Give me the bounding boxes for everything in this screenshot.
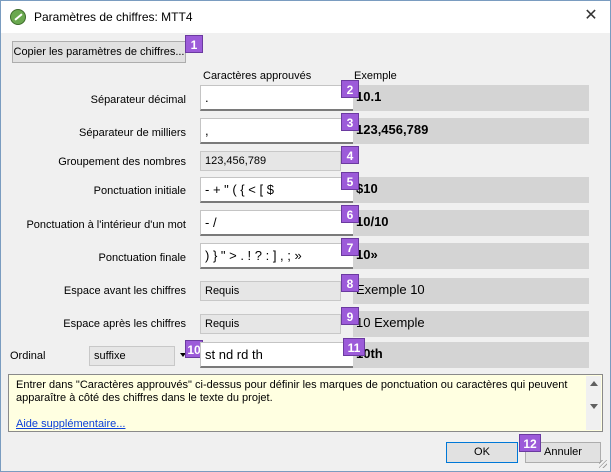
- help-text: Entrer dans "Caractères approuvés" ci-de…: [16, 379, 568, 404]
- annotation-badge-4: 4: [341, 146, 359, 164]
- annotation-badge-2: 2: [341, 80, 359, 98]
- title-bar: Paramètres de chiffres: MTT4 ✕: [1, 1, 610, 33]
- scroll-down-icon[interactable]: [590, 404, 598, 409]
- space-before-numbers-example: Exemple 10: [353, 278, 589, 304]
- label-initial-punctuation: Ponctuation initiale: [93, 185, 186, 197]
- decimal-separator-example: 10.1: [353, 85, 589, 111]
- ordinal-suffixes-input[interactable]: st nd rd th: [200, 342, 355, 368]
- annotation-badge-11: 11: [343, 338, 365, 356]
- number-grouping-select[interactable]: 123,456,789: [200, 151, 353, 171]
- word-internal-punctuation-input[interactable]: - /: [200, 210, 355, 236]
- space-before-numbers-value: Requis: [205, 285, 240, 297]
- label-number-grouping: Groupement des nombres: [58, 156, 186, 168]
- label-space-after-numbers: Espace après les chiffres: [63, 318, 186, 330]
- ok-button[interactable]: OK: [446, 442, 518, 463]
- final-punctuation-input[interactable]: ) } " > . ! ? : ] , ; »: [200, 243, 355, 269]
- ordinal-type-select[interactable]: suffixe: [89, 346, 186, 366]
- column-header-approved: Caractères approuvés: [203, 70, 312, 82]
- copy-number-settings-button[interactable]: Copier les paramètres de chiffres...: [12, 41, 186, 63]
- close-icon[interactable]: ✕: [579, 5, 603, 27]
- decimal-separator-input[interactable]: .: [200, 85, 355, 111]
- thousands-separator-example: 123,456,789: [353, 118, 589, 144]
- label-final-punctuation: Ponctuation finale: [98, 252, 186, 264]
- space-after-numbers-value: Requis: [205, 318, 240, 330]
- annotation-badge-8: 8: [341, 274, 359, 292]
- help-scrollbar[interactable]: [586, 376, 601, 430]
- annotation-badge-1: 1: [185, 35, 203, 53]
- ordinal-type-value: suffixe: [94, 350, 126, 362]
- space-after-numbers-select[interactable]: Requis: [200, 314, 353, 334]
- space-after-numbers-example: 10 Exemple: [353, 311, 589, 337]
- initial-punctuation-input[interactable]: - + " ( { < [ $: [200, 177, 355, 203]
- ordinal-example: 10th: [353, 342, 589, 368]
- annotation-badge-3: 3: [341, 113, 359, 131]
- annotation-badge-7: 7: [341, 238, 359, 256]
- label-word-internal-punctuation: Ponctuation à l'intérieur d'un mot: [26, 219, 186, 231]
- thousands-separator-input[interactable]: ,: [200, 118, 355, 144]
- final-punctuation-example: 10»: [353, 243, 589, 269]
- resize-grip-icon[interactable]: [599, 460, 607, 468]
- app-logo-icon: [10, 9, 26, 25]
- label-thousands-separator: Séparateur de milliers: [79, 127, 186, 139]
- number-settings-dialog: Paramètres de chiffres: MTT4 ✕ Copier le…: [0, 0, 611, 472]
- word-internal-punctuation-example: 10/10: [353, 210, 589, 236]
- number-grouping-value: 123,456,789: [205, 155, 267, 167]
- window-title: Paramètres de chiffres: MTT4: [34, 10, 193, 24]
- label-ordinal: Ordinal: [10, 350, 46, 362]
- annotation-badge-5: 5: [341, 172, 359, 190]
- scroll-up-icon[interactable]: [590, 381, 598, 386]
- help-info-panel: Entrer dans "Caractères approuvés" ci-de…: [8, 374, 603, 432]
- space-before-numbers-select[interactable]: Requis: [200, 281, 353, 301]
- annotation-badge-12: 12: [519, 434, 541, 452]
- label-decimal-separator: Séparateur décimal: [90, 94, 186, 106]
- initial-punctuation-example: $10: [353, 177, 589, 203]
- more-help-link[interactable]: Aide supplémentaire...: [16, 418, 125, 430]
- annotation-badge-9: 9: [341, 307, 359, 325]
- column-header-example: Exemple: [354, 70, 397, 82]
- label-space-before-numbers: Espace avant les chiffres: [63, 285, 186, 297]
- annotation-badge-6: 6: [341, 205, 359, 223]
